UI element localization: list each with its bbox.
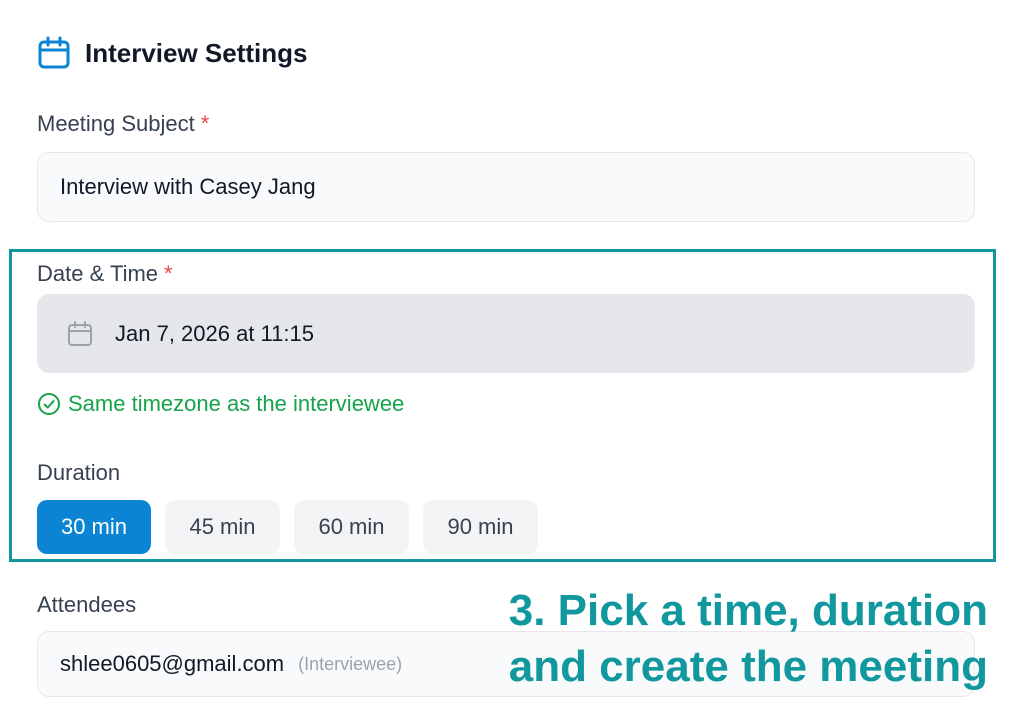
caption-line-1: 3. Pick a time, duration: [508, 586, 988, 635]
duration-option-90[interactable]: 90 min: [423, 500, 538, 554]
required-mark: *: [200, 111, 210, 136]
duration-option-45[interactable]: 45 min: [165, 500, 280, 554]
duration-options: 30 min 45 min 60 min 90 min: [37, 500, 552, 554]
duration-option-60[interactable]: 60 min: [294, 500, 409, 554]
date-time-label-text: Date & Time: [37, 261, 159, 286]
page-title: Interview Settings: [85, 37, 308, 68]
date-time-label: Date & Time *: [37, 261, 173, 287]
timezone-note-text: Same timezone as the interviewee: [68, 391, 405, 416]
attendee-role: (Interviewee): [298, 653, 403, 674]
meeting-subject-label-text: Meeting Subject: [37, 111, 195, 136]
duration-label: Duration: [37, 460, 121, 485]
calendar-icon: [67, 320, 93, 347]
date-time-picker[interactable]: Jan 7, 2026 at 11:15: [37, 294, 975, 373]
required-mark: *: [164, 261, 173, 286]
calendar-icon: [37, 36, 71, 70]
date-time-value: Jan 7, 2026 at 11:15: [115, 320, 314, 346]
attendee-email: shlee0605@gmail.com: [60, 651, 285, 676]
section-header: Interview Settings: [37, 36, 308, 70]
tutorial-caption: 3. Pick a time, duration and create the …: [468, 583, 988, 695]
meeting-subject-label: Meeting Subject *: [37, 111, 209, 137]
caption-line-2: and create the meeting: [508, 642, 988, 691]
meeting-subject-value: Interview with Casey Jang: [60, 174, 316, 199]
check-circle-icon: [37, 392, 61, 416]
timezone-note: Same timezone as the interviewee: [37, 391, 404, 417]
attendees-label: Attendees: [37, 592, 137, 617]
meeting-subject-input[interactable]: Interview with Casey Jang: [37, 152, 975, 222]
duration-option-30[interactable]: 30 min: [37, 500, 151, 554]
